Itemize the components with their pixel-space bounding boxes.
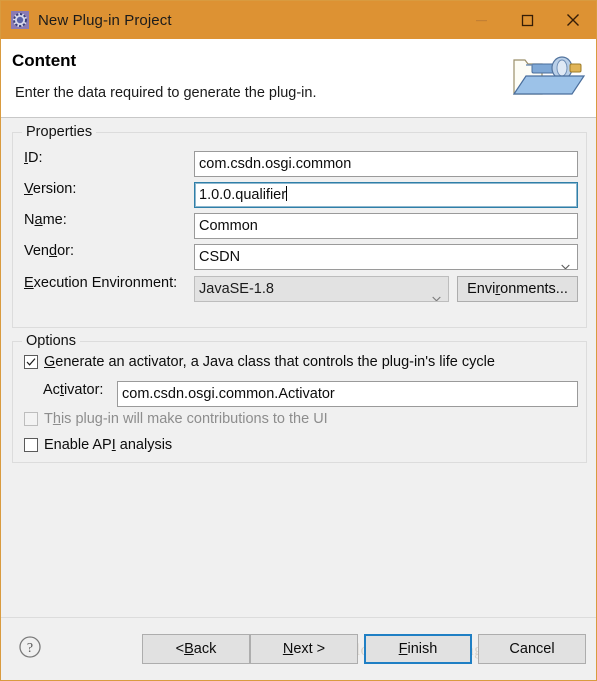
id-label: ID: [24, 150, 43, 166]
eclipse-gear-icon [11, 11, 29, 29]
checkbox-unchecked-icon [24, 438, 38, 452]
chevron-down-icon [432, 286, 441, 301]
vendor-combo[interactable]: CSDN [194, 244, 578, 270]
next-button[interactable]: Next > [250, 634, 358, 664]
cancel-button[interactable]: Cancel [478, 634, 586, 664]
execution-environment-combo[interactable]: JavaSE-1.8 [194, 276, 449, 302]
page-title: Content [12, 51, 77, 70]
maximize-button[interactable] [504, 1, 550, 39]
minimize-icon [475, 19, 487, 21]
close-button[interactable] [550, 1, 596, 39]
name-label: Name: [24, 212, 67, 228]
checkbox-unchecked-icon [24, 412, 38, 426]
api-analysis-checkbox[interactable]: Enable API analysis [24, 437, 172, 453]
ui-contributions-label: This plug-in will make contributions to … [44, 411, 328, 427]
svg-text:?: ? [27, 641, 33, 656]
new-plugin-project-dialog: New Plug-in Project Content Enter the da… [0, 0, 597, 681]
checkbox-checked-icon [24, 355, 38, 369]
version-input[interactable]: 1.0.0.qualifier [194, 182, 578, 208]
environments-button[interactable]: Envi r onments... [457, 276, 578, 302]
minimize-button[interactable] [458, 1, 504, 39]
id-input[interactable]: com.csdn.osgi.common [194, 151, 578, 177]
generate-activator-checkbox[interactable]: Generate an activator, a Java class that… [24, 354, 495, 370]
window-controls [458, 1, 596, 39]
name-input[interactable]: Common [194, 213, 578, 239]
generate-activator-label: Generate an activator, a Java class that… [44, 354, 495, 370]
execution-environment-value: JavaSE-1.8 [199, 281, 274, 297]
help-question-icon[interactable]: ? [18, 635, 42, 659]
back-button[interactable]: < Back [142, 634, 250, 664]
vendor-combo-value: CSDN [199, 249, 241, 265]
version-label: Version: [24, 181, 77, 197]
plugin-folder-icon [502, 42, 590, 112]
options-group-label: Options [22, 333, 80, 349]
dialog-footer: ? http://blog.csdn.net/kongbo_j < Back N… [1, 617, 596, 680]
chevron-down-icon [561, 254, 570, 269]
execution-environment-label: Execution Environment: [24, 275, 178, 291]
text-caret [286, 186, 288, 201]
finish-button[interactable]: Finish [364, 634, 472, 664]
ui-contributions-checkbox: This plug-in will make contributions to … [24, 411, 328, 427]
close-icon [567, 14, 579, 26]
version-input-value: 1.0.0.qualifier [199, 187, 287, 203]
maximize-icon [521, 14, 533, 26]
vendor-label: Vendor: [24, 243, 74, 259]
wizard-header: Content Enter the data required to gener… [1, 39, 596, 118]
activator-input[interactable]: com.csdn.osgi.common.Activator [117, 381, 578, 407]
page-description: Enter the data required to generate the … [15, 85, 317, 101]
properties-group-label: Properties [22, 124, 97, 140]
title-bar: New Plug-in Project [1, 1, 596, 39]
window-title: New Plug-in Project [38, 11, 172, 29]
api-analysis-label: Enable API analysis [44, 437, 173, 453]
activator-label: Activator: [43, 382, 104, 398]
dialog-body: Properties ID: com.csdn.osgi.common Vers… [1, 118, 596, 618]
